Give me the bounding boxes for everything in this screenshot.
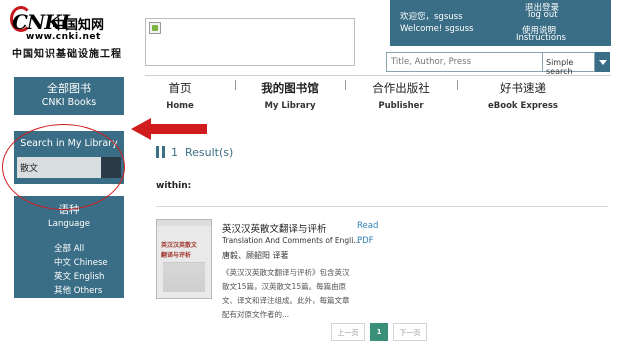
cnki-logo[interactable]: CNKI 中国知网 www.cnki.net 中国知识基础设施工程 [10, 6, 130, 60]
cover-stripe [157, 220, 211, 226]
nav-publisher-en: Publisher [378, 101, 424, 111]
book-cover[interactable]: 英汉汉英散文 翻译与评析 [156, 219, 212, 299]
nav-my-library[interactable]: 我的图书馆 My Library [240, 80, 340, 111]
nav-ebook-express[interactable]: 好书速递 eBook Express [463, 80, 583, 111]
logo-url: www.cnki.net [26, 32, 101, 42]
logo-cn-text: 中国知网 [52, 18, 105, 33]
book-title-cn[interactable]: 英汉汉英散文翻译与评析 [222, 221, 327, 235]
main-nav: 首页 Home 我的图书馆 My Library 合作出版社 Publisher… [145, 75, 611, 117]
cnki-books-en: CNKI Books [41, 97, 97, 108]
language-filter-panel: 语种 Language 全部 All 中文 Chinese 英文 English… [14, 196, 124, 298]
book-description: 《英汉汉英散文翻译与评析》包含英汉散文15篇，汉英散文15篇。每篇由原文、译文和… [222, 268, 350, 319]
nav-publisher-cn: 合作出版社 [372, 81, 430, 95]
cover-title-line2: 翻译与评析 [161, 252, 192, 259]
nav-ebook-express-en: eBook Express [488, 101, 558, 111]
cover-illustration [163, 262, 205, 292]
top-search-bar: Simple search [386, 52, 610, 76]
top-search-input[interactable] [386, 52, 543, 72]
nav-divider [457, 80, 458, 90]
current-page[interactable]: 1 [370, 323, 388, 341]
logo-subtitle: 中国知识基础设施工程 [12, 49, 122, 60]
nav-divider [345, 80, 346, 90]
within-label: within: [156, 181, 192, 191]
cnki-books-button[interactable]: 全部图书 CNKI Books [14, 77, 124, 115]
nav-home[interactable]: 首页 Home [130, 80, 230, 111]
next-page-button[interactable]: 下一页 [393, 323, 427, 341]
language-option-others[interactable]: 其他 Others [54, 284, 108, 298]
banner-image [145, 18, 355, 66]
instructions-link[interactable]: Instructions [516, 33, 566, 43]
pdf-link[interactable]: PDF [357, 236, 374, 246]
search-scope-dropdown-button[interactable] [595, 52, 610, 72]
welcome-cn: 欢迎您，sgsuss [400, 12, 463, 22]
language-option-all[interactable]: 全部 All [54, 242, 108, 256]
language-options: 全部 All 中文 Chinese 英文 English 其他 Others [54, 242, 108, 298]
nav-divider [235, 80, 236, 90]
read-link[interactable]: Read [357, 221, 378, 231]
user-panel: 欢迎您，sgsuss Welcome! sgsuss 退出登录 log out … [390, 0, 611, 46]
welcome-en: Welcome! sgsuss [400, 24, 474, 34]
broken-image-icon [149, 22, 161, 34]
nav-my-library-en: My Library [264, 101, 316, 111]
annotation-circle [2, 124, 125, 210]
result-count-text: 1 Result(s) [171, 146, 234, 159]
nav-my-library-cn: 我的图书馆 [261, 81, 319, 95]
nav-ebook-express-cn: 好书速递 [500, 81, 546, 95]
cnki-books-cn: 全部图书 [47, 82, 91, 95]
search-scope-select[interactable]: Simple search [543, 52, 595, 76]
nav-home-cn: 首页 [168, 81, 192, 95]
annotation-arrow-icon [131, 118, 207, 140]
language-option-english[interactable]: 英文 English [54, 270, 108, 284]
divider [156, 206, 608, 207]
nav-publisher[interactable]: 合作出版社 Publisher [351, 80, 451, 111]
cover-title-line1: 英汉汉英散文 [161, 242, 198, 249]
book-author: 唐毅、顾韶阳 译著 [222, 251, 289, 260]
language-option-chinese[interactable]: 中文 Chinese [54, 256, 108, 270]
book-title-en[interactable]: Translation And Comments of Engli... [222, 236, 361, 245]
language-title-en: Language [48, 219, 90, 229]
prev-page-button[interactable]: 上一页 [331, 323, 365, 341]
nav-home-en: Home [166, 101, 194, 111]
logout-link[interactable]: log out [528, 10, 558, 20]
results-icon [156, 146, 165, 158]
